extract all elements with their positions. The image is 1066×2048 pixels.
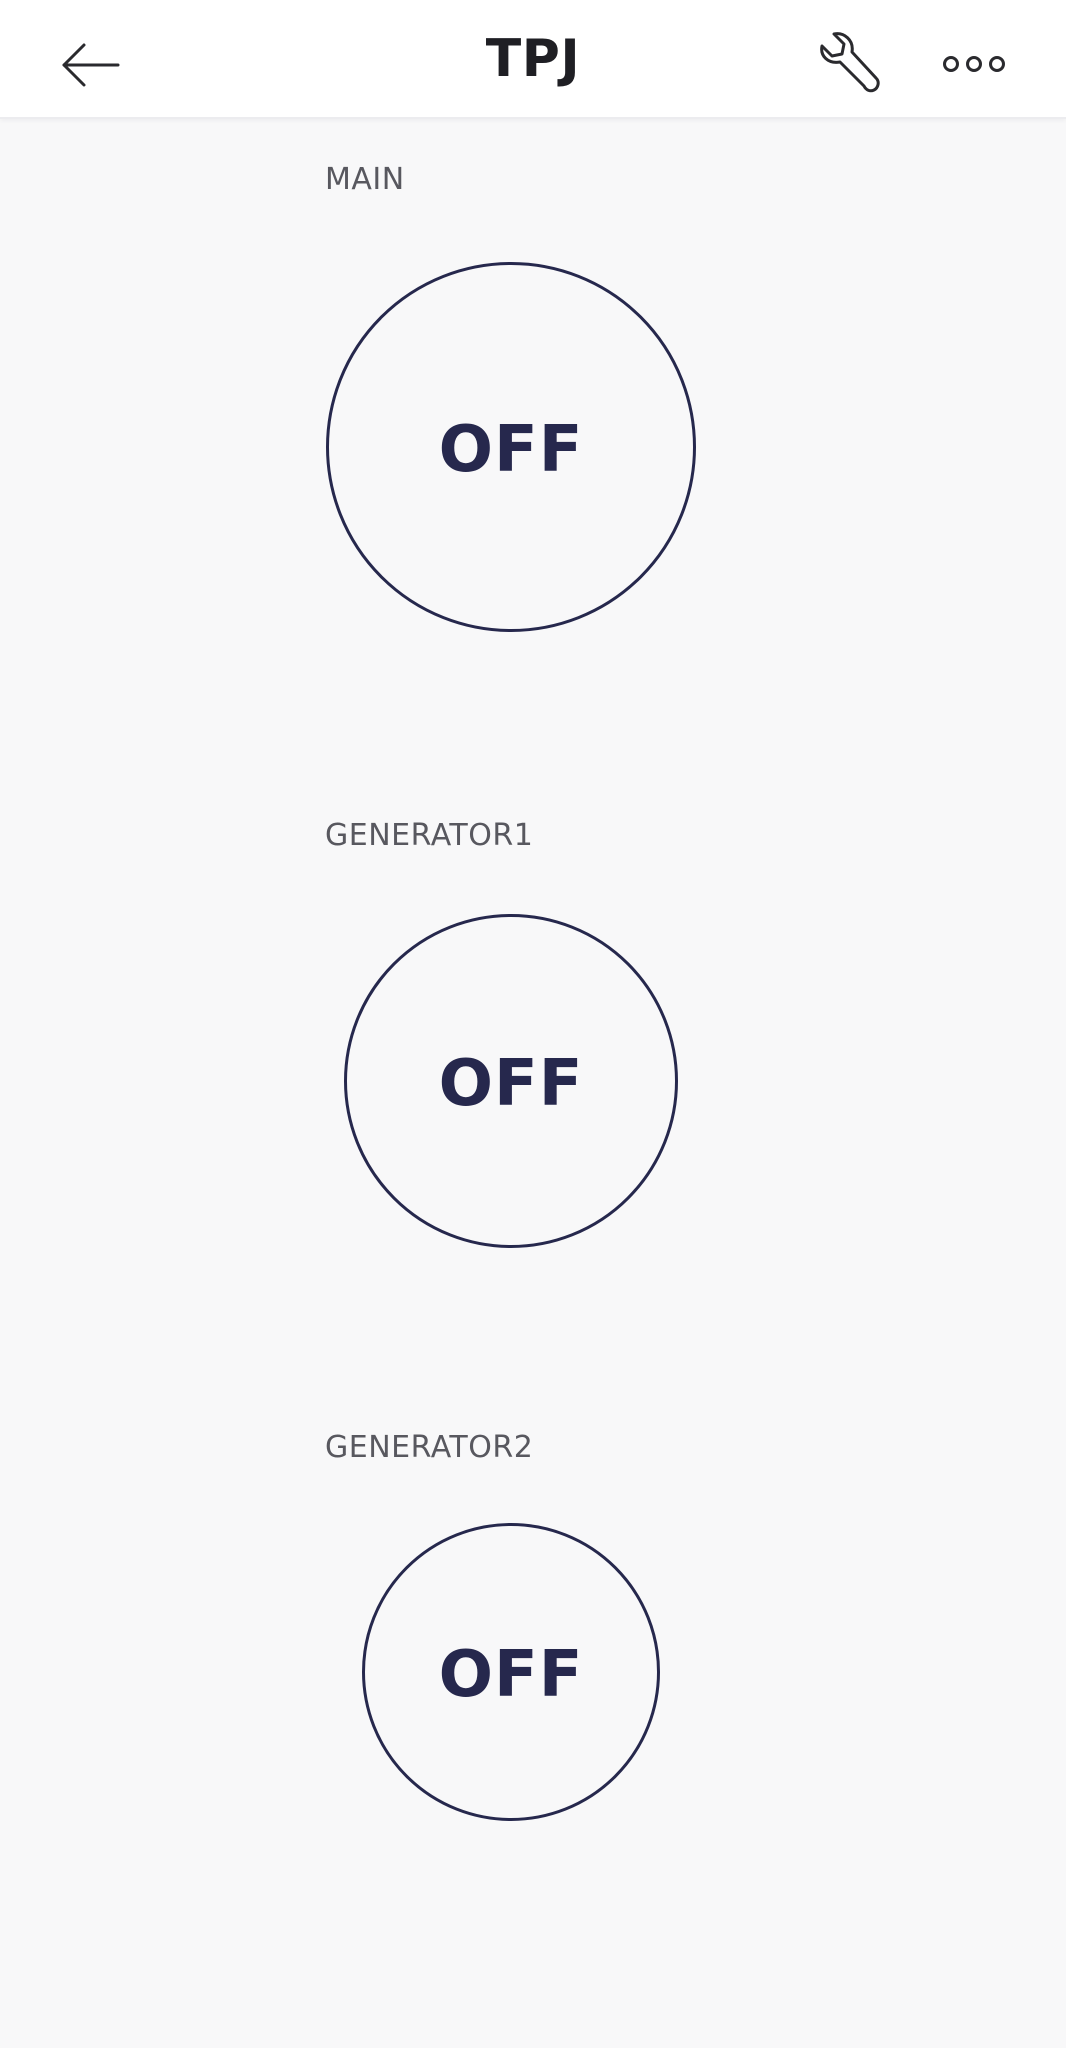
page-title: TPJ: [485, 29, 581, 89]
main-switch-button[interactable]: OFF: [326, 262, 696, 632]
generator1-label: GENERATOR1: [325, 818, 534, 853]
generator1-switch-button[interactable]: OFF: [344, 914, 678, 1248]
back-button[interactable]: [50, 30, 130, 100]
main-switch-state: OFF: [438, 413, 584, 487]
generator2-label: GENERATOR2: [325, 1430, 534, 1465]
generator2-switch-state: OFF: [438, 1638, 584, 1712]
main-label: MAIN: [325, 162, 405, 197]
app-header: TPJ: [0, 0, 1066, 119]
more-horizontal-icon: [943, 56, 1005, 72]
generator2-switch-button[interactable]: OFF: [362, 1523, 660, 1821]
device-settings-button[interactable]: [810, 28, 890, 100]
more-options-button[interactable]: [934, 34, 1014, 94]
generator1-switch-state: OFF: [438, 1047, 584, 1121]
wrench-icon: [820, 32, 880, 93]
arrow-left-icon: [62, 43, 120, 87]
